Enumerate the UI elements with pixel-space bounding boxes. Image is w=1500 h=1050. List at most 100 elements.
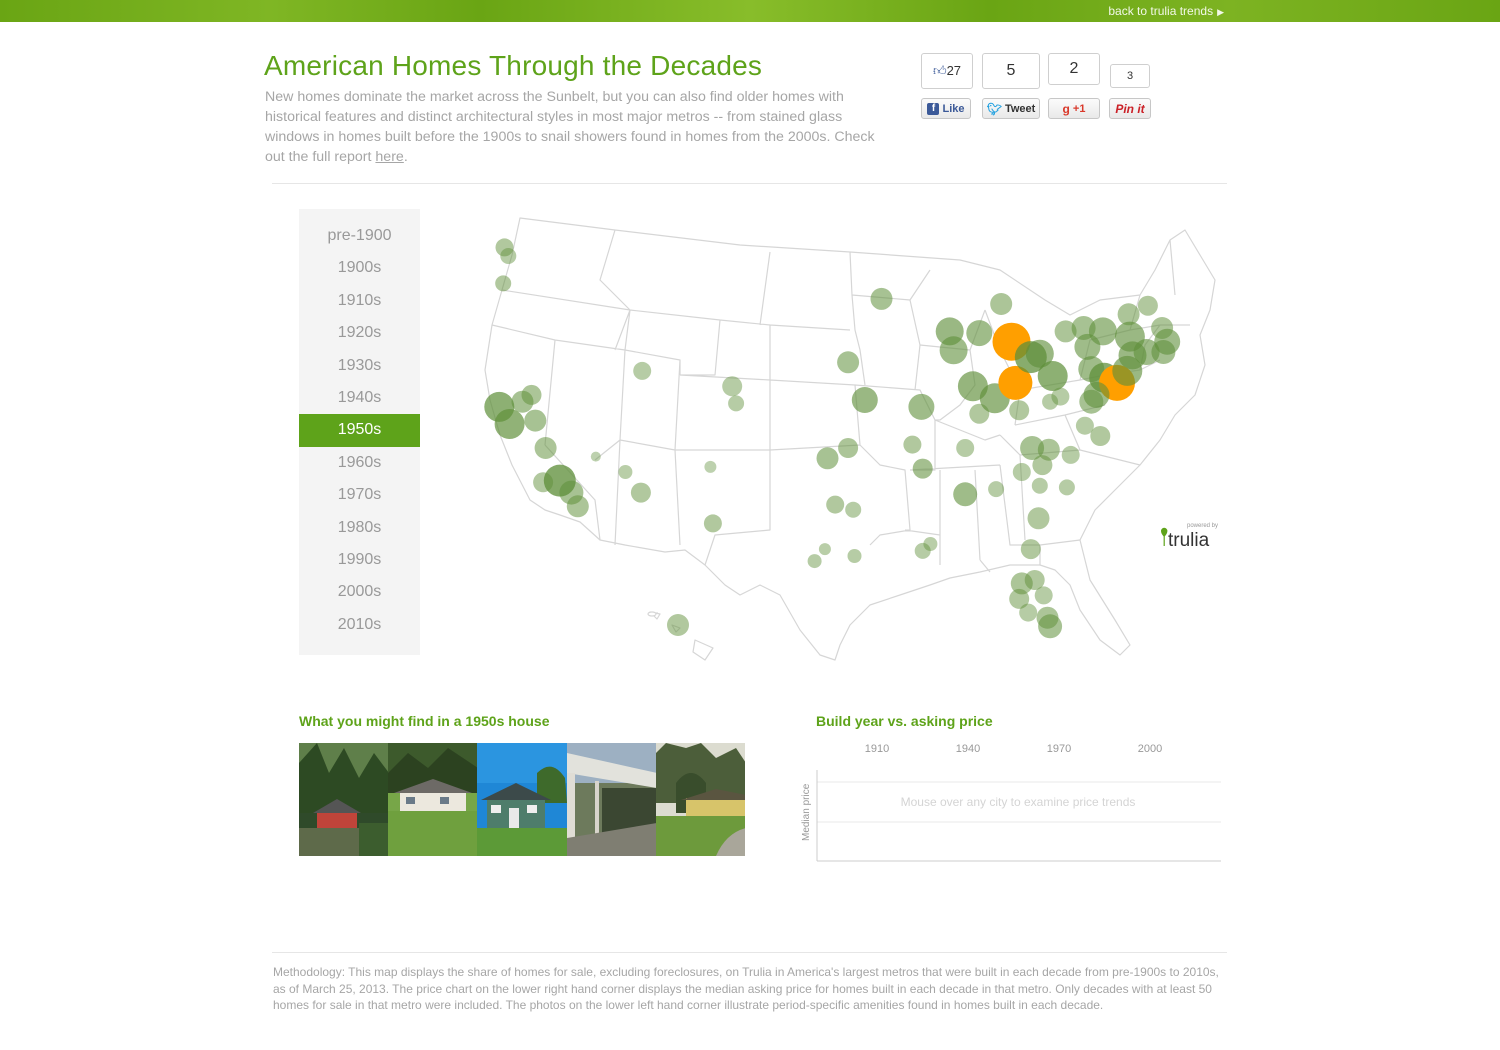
metro-bubble-50[interactable] (1025, 339, 1054, 368)
metro-bubble-35[interactable] (923, 537, 938, 551)
metro-bubble-77[interactable] (1061, 445, 1080, 464)
trulia-logo: powered by trulia (1161, 523, 1218, 551)
tweet-widget: 5 🐦︎ Tweet (982, 53, 1040, 119)
metro-bubble-82[interactable] (1020, 539, 1041, 560)
metro-bubble-27[interactable] (807, 554, 822, 569)
metro-bubble-24[interactable] (838, 438, 859, 458)
metro-bubble-15[interactable] (630, 482, 651, 503)
metro-bubble-6[interactable] (521, 384, 542, 405)
decade-1950s[interactable]: 1950s (299, 414, 420, 447)
metro-bubble-72[interactable] (1117, 303, 1140, 326)
house-1950s-carport (566, 743, 656, 856)
metro-bubble-38[interactable] (956, 439, 975, 457)
metro-bubble-43[interactable] (957, 371, 988, 402)
metro-bubble-32[interactable] (908, 393, 935, 420)
us-map: powered by trulia (484, 217, 1218, 661)
metro-bubble-51[interactable] (1009, 400, 1030, 421)
decade-1980s[interactable]: 1980s (299, 512, 420, 544)
google-plus-widget: 2 g +1 (1048, 53, 1100, 119)
google-plus-button[interactable]: g +1 (1048, 98, 1100, 119)
metro-bubble-74[interactable] (1079, 389, 1104, 414)
decade-1990s[interactable]: 1990s (299, 544, 420, 576)
photos-section-title: What you might find in a 1950s house (299, 713, 550, 729)
metro-bubble-29[interactable] (818, 543, 831, 556)
metro-bubble-10[interactable] (533, 472, 554, 493)
trulia-powered-by: powered by (1187, 523, 1218, 529)
metro-bubble-39[interactable] (953, 482, 978, 507)
decade-2000s[interactable]: 2000s (299, 576, 420, 608)
metro-bubble-55[interactable] (1012, 463, 1031, 481)
metro-bubble-7[interactable] (524, 409, 547, 432)
top-banner: back to trulia trends ▶ (0, 0, 1500, 22)
decade-pre-1900[interactable]: pre-1900 (299, 220, 420, 252)
metro-bubble-86[interactable] (1034, 586, 1053, 605)
metro-bubble-70[interactable] (1137, 295, 1158, 316)
metro-bubble-25[interactable] (826, 495, 845, 514)
twitter-bird-icon: 🐦︎ (986, 101, 1002, 116)
decade-1940s[interactable]: 1940s (299, 382, 420, 414)
metro-bubble-62[interactable] (1074, 333, 1101, 360)
metro-bubble-44[interactable] (966, 320, 993, 347)
google-plus-icon: g (1062, 101, 1070, 116)
metro-bubble-81[interactable] (1027, 507, 1050, 530)
metro-bubble-76[interactable] (1075, 416, 1094, 435)
metro-bubble-5[interactable] (494, 409, 525, 439)
decade-1930s[interactable]: 1930s (299, 350, 420, 382)
metro-bubble-33[interactable] (912, 458, 933, 479)
back-link-label: back to trulia trends (1108, 4, 1214, 18)
metro-bubble-54[interactable] (1032, 455, 1053, 476)
metro-bubble-17[interactable] (722, 376, 743, 397)
metro-bubble-28[interactable] (847, 549, 862, 563)
metro-bubble-8[interactable] (534, 437, 557, 459)
decade-1970s[interactable]: 1970s (299, 479, 420, 511)
metro-bubble-37[interactable] (939, 336, 968, 365)
metro-bubble-23[interactable] (816, 447, 839, 470)
decade-1960s[interactable]: 1960s (299, 447, 420, 479)
metro-bubble-80[interactable] (1058, 479, 1075, 496)
metro-bubble-71[interactable] (1151, 317, 1174, 339)
metro-bubble-56[interactable] (1031, 477, 1048, 494)
decade-1910s[interactable]: 1910s (299, 285, 420, 317)
metro-bubble-31[interactable] (903, 435, 922, 454)
back-to-trulia-trends-link[interactable]: back to trulia trends ▶ (1108, 4, 1224, 18)
metro-bubble-75[interactable] (1090, 426, 1111, 446)
metro-bubble-89[interactable] (1036, 606, 1059, 629)
arrow-right-icon: ▶ (1217, 7, 1224, 17)
pin-it-button[interactable]: Pin it (1109, 98, 1151, 119)
metro-bubble-22[interactable] (851, 387, 878, 413)
metro-bubble-45[interactable] (990, 293, 1013, 315)
house-photo-3[interactable] (477, 743, 567, 856)
metro-bubble-12[interactable] (566, 495, 589, 518)
metro-bubble-20[interactable] (703, 514, 722, 533)
metro-bubble-87[interactable] (1019, 603, 1038, 622)
metro-bubble-13[interactable] (590, 451, 601, 462)
full-report-link[interactable]: here (375, 149, 403, 165)
metro-bubble-40[interactable] (988, 481, 1005, 498)
metro-bubble-79[interactable] (1042, 393, 1059, 410)
house-photo-strip (299, 743, 745, 856)
house-photo-2[interactable] (388, 743, 478, 856)
metro-bubble-2[interactable] (495, 275, 512, 292)
tweet-label: Tweet (1004, 102, 1036, 115)
metro-bubble-1[interactable] (500, 248, 517, 264)
metro-bubble-30[interactable] (870, 287, 893, 310)
facebook-like-button[interactable]: f Like (921, 98, 971, 119)
house-1950s-red-ranch (299, 743, 389, 856)
metro-bubble-21[interactable] (837, 351, 860, 374)
decade-1920s[interactable]: 1920s (299, 317, 420, 349)
house-photo-1[interactable] (299, 743, 389, 856)
decade-1900s[interactable]: 1900s (299, 252, 420, 284)
house-1950s-white-ranch (388, 743, 478, 856)
metro-bubble-26[interactable] (845, 501, 862, 518)
metro-bubble-16[interactable] (618, 465, 633, 479)
intro-text: New homes dominate the market across the… (265, 87, 885, 167)
decade-2010s[interactable]: 2010s (299, 609, 420, 641)
tweet-button[interactable]: 🐦︎ Tweet (982, 98, 1040, 119)
metro-bubble-14[interactable] (633, 361, 652, 380)
metro-bubble-19[interactable] (704, 460, 717, 473)
price-trend-chart[interactable]: 1910 1940 1970 2000 Median price Mouse over… (795, 740, 1225, 865)
metro-bubble-90[interactable] (667, 614, 689, 636)
house-photo-5[interactable] (655, 743, 745, 856)
metro-bubble-18[interactable] (728, 395, 745, 412)
house-photo-4[interactable] (566, 743, 656, 856)
